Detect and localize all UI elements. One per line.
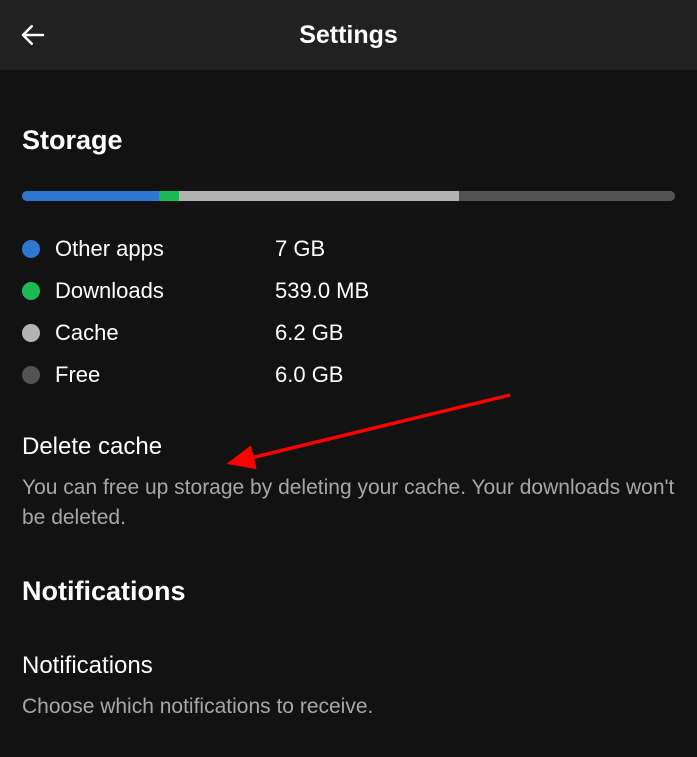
bar-segment-downloads xyxy=(159,191,179,201)
notifications-item[interactable]: Notifications Choose which notifications… xyxy=(22,652,675,722)
notifications-section-title: Notifications xyxy=(22,576,675,607)
bar-segment-cache xyxy=(179,191,460,201)
back-arrow-icon xyxy=(18,20,48,50)
dot-icon xyxy=(22,324,40,342)
legend-label: Other apps xyxy=(55,236,275,262)
dot-icon xyxy=(22,282,40,300)
page-title: Settings xyxy=(0,21,697,50)
delete-cache-description: You can free up storage by deleting your… xyxy=(22,473,675,534)
bar-segment-free xyxy=(459,191,674,201)
dot-icon xyxy=(22,240,40,258)
dot-icon xyxy=(22,366,40,384)
legend-row-cache: Cache 6.2 GB xyxy=(22,320,675,346)
legend-value: 6.0 GB xyxy=(275,362,343,388)
legend-row-downloads: Downloads 539.0 MB xyxy=(22,278,675,304)
storage-section-title: Storage xyxy=(22,125,675,156)
storage-legend: Other apps 7 GB Downloads 539.0 MB Cache… xyxy=(22,236,675,388)
bar-segment-other-apps xyxy=(22,191,159,201)
back-button[interactable] xyxy=(18,20,48,50)
legend-value: 539.0 MB xyxy=(275,278,369,304)
legend-label: Downloads xyxy=(55,278,275,304)
notifications-item-description: Choose which notifications to receive. xyxy=(22,692,675,722)
delete-cache-item[interactable]: Delete cache You can free up storage by … xyxy=(22,433,675,534)
legend-row-free: Free 6.0 GB xyxy=(22,362,675,388)
legend-value: 6.2 GB xyxy=(275,320,343,346)
legend-label: Free xyxy=(55,362,275,388)
legend-label: Cache xyxy=(55,320,275,346)
delete-cache-title: Delete cache xyxy=(22,433,675,461)
content-area: Storage Other apps 7 GB Downloads 539.0 … xyxy=(0,125,697,722)
legend-value: 7 GB xyxy=(275,236,325,262)
legend-row-other-apps: Other apps 7 GB xyxy=(22,236,675,262)
header-bar: Settings xyxy=(0,0,697,70)
storage-usage-bar xyxy=(22,191,675,201)
notifications-item-title: Notifications xyxy=(22,652,675,680)
